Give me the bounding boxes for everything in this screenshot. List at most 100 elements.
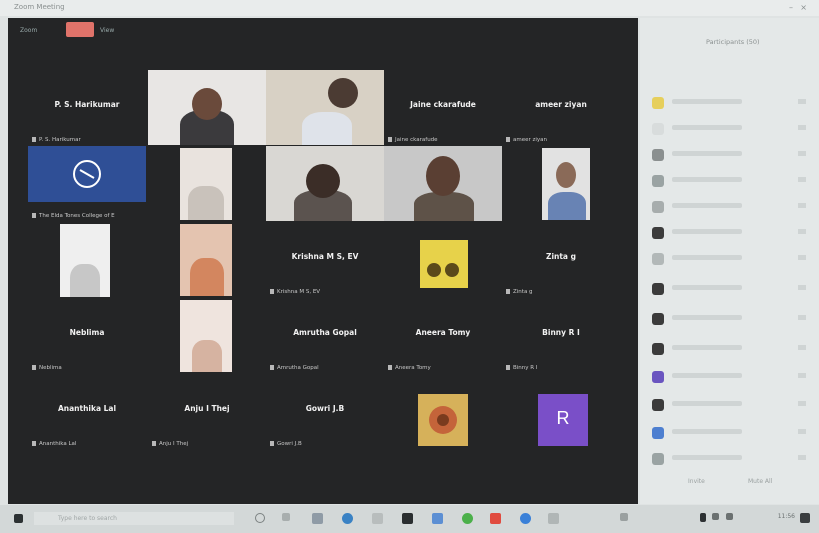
taskbar-clock: 11:56: [777, 513, 795, 520]
taskbar-search[interactable]: Type here to search: [34, 512, 234, 525]
avatar: [652, 123, 664, 135]
meeting-gallery: Zoom View P. S. Harikumar P. S. Harikuma…: [8, 18, 638, 504]
participant-video-tile[interactable]: [266, 70, 384, 145]
participant-row-name: [672, 125, 742, 130]
close-icon[interactable]: ×: [800, 3, 807, 12]
mic-icon[interactable]: [798, 177, 806, 182]
participant-tile[interactable]: Neblima Neblima: [28, 298, 146, 373]
powerpoint-icon[interactable]: [490, 513, 501, 524]
mic-icon[interactable]: [798, 125, 806, 130]
participant-video-tile[interactable]: [502, 146, 620, 221]
participant-video-tile[interactable]: [148, 298, 266, 373]
participant-tile[interactable]: [384, 374, 502, 449]
flower-icon: [429, 406, 457, 434]
participant-row[interactable]: [652, 312, 812, 326]
participant-caption: Jaine ckarafude: [388, 137, 438, 143]
participant-row[interactable]: [652, 370, 812, 384]
participant-video-tile[interactable]: [28, 222, 146, 297]
wifi-icon[interactable]: [712, 513, 719, 520]
store-icon[interactable]: [372, 513, 383, 524]
app-icon[interactable]: [402, 513, 413, 524]
participant-row[interactable]: [652, 148, 812, 162]
participant-tile[interactable]: Aneera Tomy Aneera Tomy: [384, 298, 502, 373]
participant-video: [384, 146, 502, 221]
participant-tile[interactable]: ameer ziyan ameer ziyan: [502, 70, 620, 145]
mic-icon[interactable]: [798, 345, 806, 350]
participant-tile[interactable]: Ananthika Lal Ananthika Lal: [28, 374, 146, 449]
participant-tile[interactable]: Krishna M S, EV Krishna M S, EV: [266, 222, 384, 297]
participant-row[interactable]: [652, 398, 812, 412]
participant-row[interactable]: [652, 96, 812, 110]
participant-row[interactable]: [652, 252, 812, 266]
mic-icon[interactable]: [798, 315, 806, 320]
participant-caption: Neblima: [32, 365, 62, 371]
participant-video-tile[interactable]: [266, 146, 384, 221]
avatar: [652, 399, 664, 411]
chrome-icon[interactable]: [462, 513, 473, 524]
notification-icon[interactable]: [800, 513, 810, 523]
participant-tile[interactable]: Zinta g Zinta g: [502, 222, 620, 297]
participant-video-tile[interactable]: [148, 70, 266, 145]
tray-icon[interactable]: [620, 513, 628, 521]
participant-tile[interactable]: Anju I Thej Anju I Thej: [148, 374, 266, 449]
participant-tile[interactable]: Binny R I Binny R I: [502, 298, 620, 373]
participant-tile[interactable]: Gowri J.B Gowri J.B: [266, 374, 384, 449]
invite-button[interactable]: Invite: [688, 478, 705, 485]
participant-row[interactable]: [652, 282, 812, 296]
participant-row[interactable]: [652, 452, 812, 466]
word-icon[interactable]: [432, 513, 443, 524]
participant-row[interactable]: [652, 174, 812, 188]
edge-icon[interactable]: [312, 513, 323, 524]
mic-icon[interactable]: [798, 401, 806, 406]
windows-start-icon[interactable]: [14, 514, 23, 523]
participant-caption: Zinta g: [506, 289, 533, 295]
participant-row[interactable]: [652, 342, 812, 356]
mic-icon[interactable]: [798, 203, 806, 208]
participant-video: [266, 70, 384, 145]
participant-video-tile[interactable]: [384, 146, 502, 221]
participant-row-name: [672, 455, 742, 460]
participant-tile[interactable]: Amrutha Gopal Amrutha Gopal: [266, 298, 384, 373]
zoom-app-icon[interactable]: [520, 513, 531, 524]
mic-icon[interactable]: [798, 285, 806, 290]
record-indicator[interactable]: [66, 22, 94, 37]
avatar: [652, 313, 664, 325]
minimize-icon[interactable]: –: [789, 3, 793, 12]
avatar: [652, 97, 664, 109]
mic-icon[interactable]: [798, 429, 806, 434]
participant-row[interactable]: [652, 226, 812, 240]
task-view-icon[interactable]: [282, 513, 290, 521]
participant-name: Anju I Thej: [184, 404, 230, 413]
participant-row-name: [672, 345, 742, 350]
participant-tile[interactable]: Jaine ckarafude Jaine ckarafude: [384, 70, 502, 145]
participant-name: Aneera Tomy: [415, 328, 471, 337]
participant-row[interactable]: [652, 426, 812, 440]
mic-icon[interactable]: [798, 373, 806, 378]
avatar: [652, 453, 664, 465]
participant-row-name: [672, 255, 742, 260]
profile-picture: [418, 394, 468, 446]
volume-icon[interactable]: [726, 513, 733, 520]
view-button[interactable]: View: [100, 24, 114, 37]
cortana-icon[interactable]: [255, 513, 265, 523]
mic-icon[interactable]: [798, 255, 806, 260]
participant-video-tile[interactable]: [148, 222, 266, 297]
participant-tile[interactable]: P. S. Harikumar P. S. Harikumar: [28, 70, 146, 145]
participant-tile[interactable]: R: [502, 374, 620, 449]
participant-caption: Ananthika Lal: [32, 441, 76, 447]
participant-tile[interactable]: [384, 222, 502, 297]
browser-icon[interactable]: [342, 513, 353, 524]
participant-row[interactable]: [652, 200, 812, 214]
mic-icon[interactable]: [798, 455, 806, 460]
mic-icon[interactable]: [798, 99, 806, 104]
participant-video-tile[interactable]: [148, 146, 266, 221]
participant-caption: The Elda Tones College of E: [32, 213, 115, 219]
participant-row[interactable]: [652, 122, 812, 136]
battery-icon[interactable]: [700, 513, 706, 522]
avatar: [652, 227, 664, 239]
mic-icon[interactable]: [798, 229, 806, 234]
participant-tile[interactable]: The Elda Tones College of E: [28, 146, 146, 221]
mute-all-button[interactable]: Mute All: [748, 478, 772, 485]
files-icon[interactable]: [548, 513, 559, 524]
mic-icon[interactable]: [798, 151, 806, 156]
